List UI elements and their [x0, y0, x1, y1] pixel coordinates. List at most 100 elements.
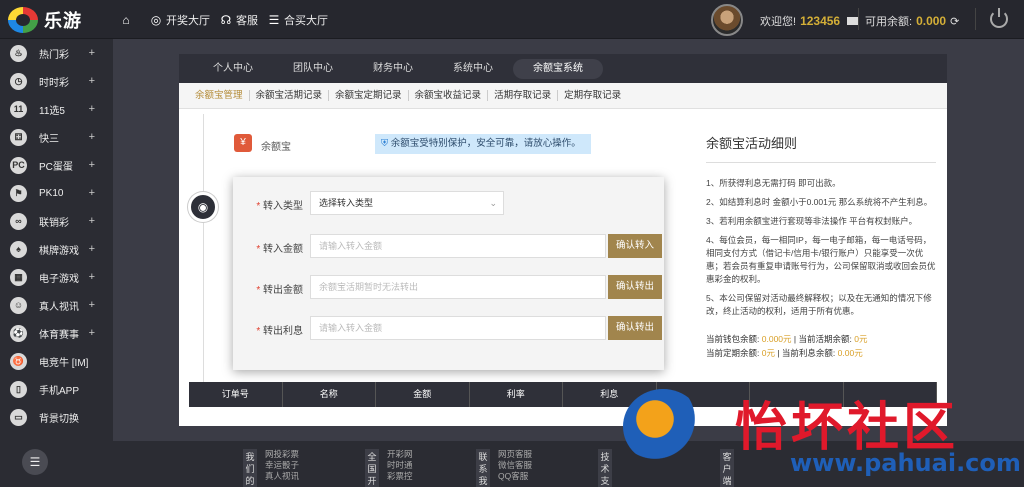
footer-link[interactable]: 开彩网 — [387, 449, 413, 460]
chevron-down-icon: ⌄ — [489, 198, 497, 208]
footer-link[interactable]: 网页客服 — [498, 449, 532, 460]
content-panel: 个人中心 团队中心 财务中心 系统中心 余额宝系统 余额宝管理 余额宝活期记录 … — [179, 54, 947, 426]
expand-icon[interactable]: + — [89, 243, 95, 255]
target-icon: ◎ — [150, 12, 162, 27]
yuebao-title: 余额宝 — [261, 142, 291, 153]
sidebar-item-label: 时时彩 — [39, 77, 69, 89]
tab-finance[interactable]: 财务中心 — [353, 59, 433, 79]
sidebar-item-label: 背景切换 — [39, 413, 79, 425]
sidebar-item[interactable]: PC PC蛋蛋 + — [0, 151, 113, 179]
col-name: 名称 — [283, 382, 376, 407]
expand-icon[interactable]: + — [89, 47, 95, 59]
sidebar-item[interactable]: ⚑ PK10 + — [0, 179, 113, 207]
interest-out-input[interactable]: 请输入转入金额 — [310, 316, 606, 340]
sidebar-item[interactable]: ♠ 棋牌游戏 + — [0, 235, 113, 263]
confirm-transfer-out-button[interactable]: 确认转出 — [608, 275, 662, 299]
rule-item: 3、若利用余额宝进行套现等非法操作 平台有权封账户。 — [706, 216, 918, 226]
footer-head: 联系我 — [476, 449, 490, 487]
interest-out-row: * 转出利息 请输入转入金额 确认转出 — [233, 316, 664, 340]
sidebar-item[interactable]: ☺ 真人视讯 + — [0, 291, 113, 319]
expand-icon[interactable]: + — [89, 131, 95, 143]
logo[interactable]: 乐游 — [8, 6, 108, 34]
sidebar-item-label: 电子游戏 — [39, 273, 79, 285]
sidebar-item[interactable]: ▦ 电子游戏 + — [0, 263, 113, 291]
confirm-interest-out-button[interactable]: 确认转出 — [608, 316, 662, 340]
subtab-manage[interactable]: 余额宝管理 — [189, 90, 250, 101]
link-icon: ∞ — [10, 212, 27, 230]
footer-link[interactable]: 时时通 — [387, 460, 413, 471]
expand-icon[interactable]: + — [89, 299, 95, 311]
mail-icon[interactable] — [847, 17, 859, 25]
balance-summary: 当前钱包余额: 0.000元 | 当前活期余额: 0元 当前定期余额: 0元 |… — [706, 334, 868, 358]
refresh-icon[interactable]: ⟳ — [950, 15, 959, 28]
sidebar-item-label: 11选5 — [39, 105, 65, 117]
subtab-current-access[interactable]: 活期存取记录 — [488, 90, 559, 101]
username: 123456 — [800, 14, 841, 28]
sidebar-item-label: 热门彩 — [39, 49, 69, 61]
sidebar-item-label: 电竞牛 [IM] — [39, 357, 89, 369]
subtab-current-records[interactable]: 余额宝活期记录 — [250, 90, 330, 101]
rule-item: 1、所获得利息无需打码 即可出款。 — [706, 178, 841, 188]
list-icon: ☰ — [268, 12, 280, 27]
footer-col: 全国开 开彩网 时时通 彩票控 — [365, 449, 413, 487]
footer-col: 技术支 — [598, 449, 612, 487]
footer-link[interactable]: 真人视讯 — [265, 471, 299, 482]
group-buy-link[interactable]: ☰ 合买大厅 — [268, 0, 328, 39]
sidebar-toggle-icon[interactable]: ☰ — [22, 449, 48, 475]
expand-icon[interactable]: + — [89, 271, 95, 283]
logo-icon — [8, 7, 38, 33]
subtab-fixed-access[interactable]: 定期存取记录 — [558, 90, 627, 101]
transfer-type-select[interactable]: 选择转入类型 ⌄ — [310, 191, 504, 215]
watermark-url: www.pahuai.com — [790, 449, 1021, 477]
sidebar-item[interactable]: ⚽ 体育赛事 + — [0, 319, 113, 347]
draw-hall-link[interactable]: ◎ 开奖大厅 — [150, 0, 210, 39]
logout-icon[interactable] — [990, 8, 1008, 28]
shield-icon: ⛨ — [381, 138, 389, 149]
expand-icon[interactable]: + — [89, 215, 95, 227]
transfer-out-input[interactable]: 余额宝活期暂时无法转出 — [310, 275, 606, 299]
expand-icon[interactable]: + — [89, 187, 95, 199]
tab-personal[interactable]: 个人中心 — [193, 59, 273, 79]
transfer-type-label: * 转入类型 — [256, 201, 303, 212]
col-rate: 利率 — [470, 382, 563, 407]
dice-icon: ⚃ — [10, 128, 27, 146]
sidebar-item[interactable]: ♨ 热门彩 + — [0, 39, 113, 67]
home-button[interactable]: ⌂ — [120, 0, 136, 39]
rule-item: 4、每位会员，每一相同IP，每一电子邮箱，每一电话号码，相同支付方式（借记卡/信… — [706, 235, 936, 284]
tab-system[interactable]: 系统中心 — [433, 59, 513, 79]
tab-team[interactable]: 团队中心 — [273, 59, 353, 79]
sidebar-item[interactable]: ∞ 联销彩 + — [0, 207, 113, 235]
sidebar-item[interactable]: ▭ 背景切换 — [0, 403, 113, 431]
sidebar-item[interactable]: ♉ 电竞牛 [IM] — [0, 347, 113, 375]
rules-panel: 余额宝活动细则 1、所获得利息无需打码 即可出款。 2、如结算利息时 金额小于0… — [706, 109, 936, 360]
footer-link[interactable]: 微信客服 — [498, 460, 532, 471]
footer-link[interactable]: 网投彩票 — [265, 449, 299, 460]
balance-label: 可用余额: — [865, 16, 913, 28]
sidebar-item[interactable]: ◷ 时时彩 + — [0, 67, 113, 95]
footer-link[interactable]: QQ客服 — [498, 471, 532, 482]
tab-yuebao[interactable]: 余额宝系统 — [513, 58, 603, 79]
home-icon: ⌂ — [122, 12, 130, 27]
transfer-in-input[interactable]: 请输入转入金额 — [310, 234, 606, 258]
person-icon: ☺ — [10, 296, 27, 314]
divider — [858, 8, 859, 30]
subtab-income-records[interactable]: 余额宝收益记录 — [409, 90, 489, 101]
footer-link[interactable]: 彩票控 — [387, 471, 413, 482]
sidebar-item-label: 联销彩 — [39, 217, 69, 229]
confirm-transfer-in-button[interactable]: 确认转入 — [608, 234, 662, 258]
footer-link[interactable]: 幸运骰子 — [265, 460, 299, 471]
sidebar-item[interactable]: 11 11选5 + — [0, 95, 113, 123]
sidebar-item[interactable]: ▯ 手机APP — [0, 375, 113, 403]
expand-icon[interactable]: + — [89, 327, 95, 339]
sidebar-item-label: 真人视讯 — [39, 301, 79, 313]
col-order: 订单号 — [189, 382, 283, 407]
expand-icon[interactable]: + — [89, 75, 95, 87]
racing-icon: ⚑ — [10, 184, 27, 202]
avatar[interactable] — [711, 4, 743, 36]
expand-icon[interactable]: + — [89, 159, 95, 171]
sidebar-item[interactable]: ⚃ 快三 + — [0, 123, 113, 151]
service-link[interactable]: ☊ 客服 — [220, 0, 258, 39]
sidebar-item-label: 棋牌游戏 — [39, 245, 79, 257]
subtab-fixed-records[interactable]: 余额宝定期记录 — [329, 90, 409, 101]
expand-icon[interactable]: + — [89, 103, 95, 115]
